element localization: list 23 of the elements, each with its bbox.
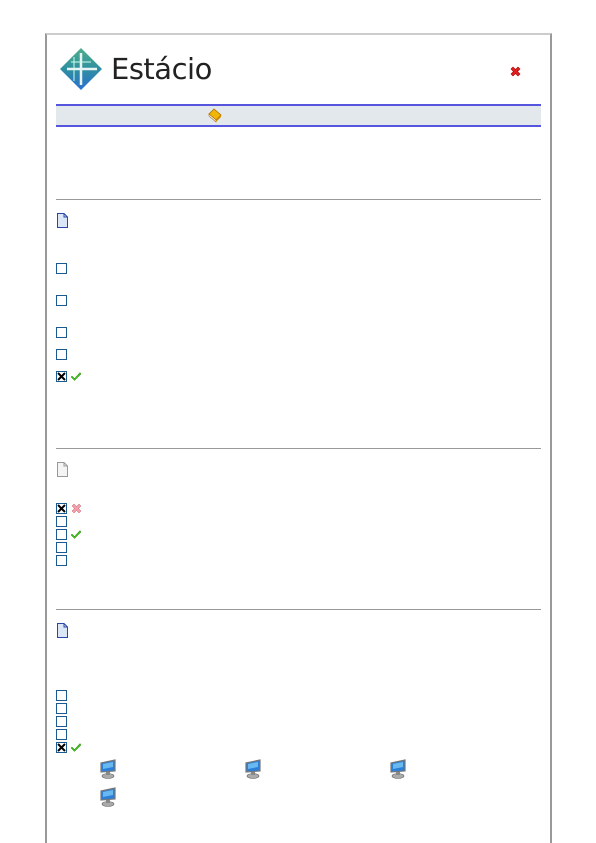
logo-text: Estácio bbox=[111, 54, 212, 84]
monitor-icon bbox=[390, 759, 407, 779]
checkbox[interactable] bbox=[56, 528, 67, 540]
checkbox[interactable] bbox=[56, 294, 67, 306]
checkbox[interactable] bbox=[56, 502, 67, 514]
checkbox[interactable] bbox=[56, 554, 67, 566]
checkbox[interactable] bbox=[56, 348, 67, 360]
checkbox[interactable] bbox=[56, 326, 67, 338]
checkbox[interactable] bbox=[56, 542, 67, 552]
checkbox[interactable] bbox=[56, 262, 67, 274]
monitor-icon bbox=[245, 759, 262, 779]
checkbox[interactable] bbox=[56, 690, 67, 700]
close-icon[interactable] bbox=[509, 65, 522, 78]
book-icon[interactable] bbox=[207, 108, 222, 123]
checkbox[interactable] bbox=[56, 716, 67, 726]
checkbox[interactable] bbox=[56, 516, 67, 526]
monitor-icon bbox=[100, 759, 117, 779]
checkbox[interactable] bbox=[56, 702, 67, 714]
checkbox[interactable] bbox=[56, 742, 67, 752]
checkbox[interactable] bbox=[56, 370, 67, 382]
monitor-icon bbox=[100, 787, 117, 807]
checkbox[interactable] bbox=[56, 728, 67, 740]
logo-icon bbox=[59, 47, 103, 91]
